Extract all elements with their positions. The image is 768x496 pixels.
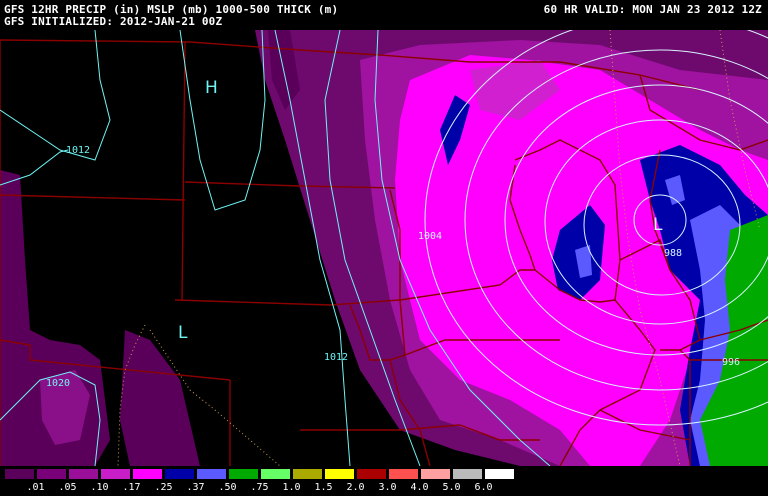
- legend-label: .25: [154, 482, 173, 493]
- isobar-label-1020: 1020: [46, 378, 70, 389]
- legend-label: 2.0: [346, 482, 365, 493]
- map-header: GFS 12HR PRECIP (in) MSLP (mb) 1000-500 …: [0, 0, 768, 30]
- legend-swatch: [132, 468, 163, 480]
- precip-legend: .01 .05 .10 .17 .25 .37 .50 .75 1.0 1.5 2.0 3.0 4.0 5…: [0, 466, 768, 496]
- legend-swatch: [260, 468, 291, 480]
- valid-time: 60 HR VALID: MON JAN 23 2012 12Z: [543, 3, 762, 16]
- legend-swatch: [36, 468, 67, 480]
- legend-label: 6.0: [474, 482, 493, 493]
- legend-label: .10: [90, 482, 109, 493]
- legend-swatch: [356, 468, 387, 480]
- legend-swatch: [228, 468, 259, 480]
- isobar-label-996: 996: [722, 357, 740, 368]
- legend-swatch: [4, 468, 35, 480]
- legend-label: 1.0: [282, 482, 301, 493]
- legend-swatch: [196, 468, 227, 480]
- isobar-label-988: 988: [664, 248, 682, 259]
- legend-swatch: [68, 468, 99, 480]
- legend-swatch: [420, 468, 451, 480]
- legend-label: .37: [186, 482, 205, 493]
- legend-swatch: [388, 468, 419, 480]
- legend-label: 3.0: [378, 482, 397, 493]
- high-pressure-center: H: [205, 78, 218, 98]
- legend-swatch: [452, 468, 483, 480]
- weather-map: 1012 1004 988 1012 996 1020 H L L: [0, 30, 768, 466]
- legend-label: .05: [58, 482, 77, 493]
- legend-label: 4.0: [410, 482, 429, 493]
- legend-label: 1.5: [314, 482, 333, 493]
- legend-label: .75: [250, 482, 269, 493]
- legend-swatch: [292, 468, 323, 480]
- low-pressure-center-west: L: [178, 323, 188, 343]
- isobar-label-1012-nw: 1012: [66, 145, 90, 156]
- init-time: GFS INITIALIZED: 2012-JAN-21 00Z: [4, 15, 223, 28]
- isobar-label-1012-c: 1012: [324, 352, 348, 363]
- legend-label: .01: [26, 482, 45, 493]
- legend-label: .17: [122, 482, 141, 493]
- legend-label: 5.0: [442, 482, 461, 493]
- legend-label: .50: [218, 482, 237, 493]
- legend-swatch: [100, 468, 131, 480]
- legend-swatch: [324, 468, 355, 480]
- isobar-label-1004: 1004: [418, 231, 442, 242]
- low-pressure-center-east: L: [653, 215, 663, 235]
- legend-swatch: [484, 468, 515, 480]
- legend-swatch: [164, 468, 195, 480]
